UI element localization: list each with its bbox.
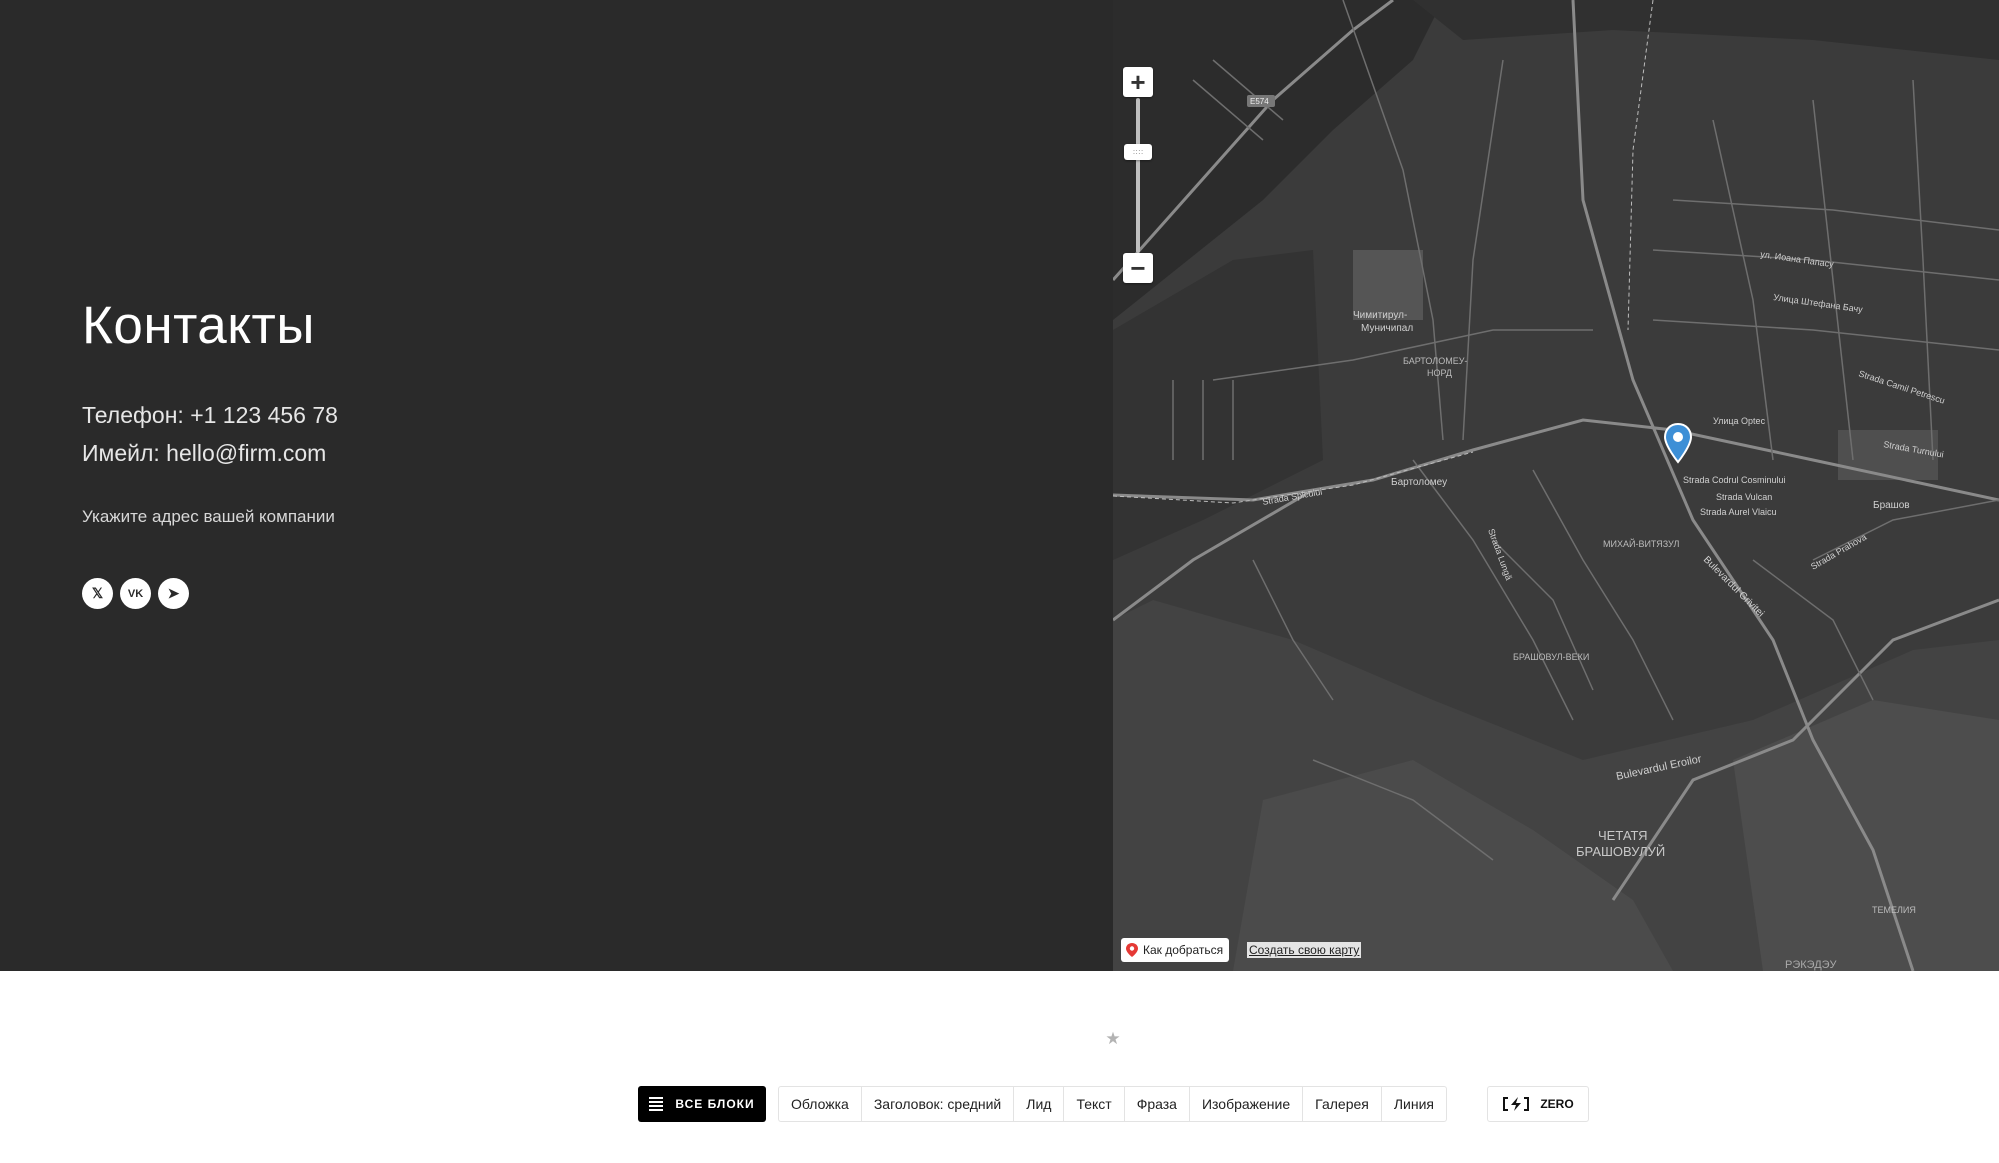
vk-icon[interactable]: VK — [120, 578, 151, 609]
svg-text:БРАШОВУЛУЙ: БРАШОВУЛУЙ — [1576, 844, 1665, 859]
x-icon[interactable]: 𝕏 — [82, 578, 113, 609]
svg-text:НОРД: НОРД — [1427, 368, 1452, 378]
contacts-info: Контакты Телефон: +1 123 456 78 Имейл: h… — [82, 295, 782, 609]
blocks-toolbar: ВСЕ БЛОКИ Обложка Заголовок: средний Лид… — [0, 1086, 1999, 1122]
zoom-slider-thumb[interactable]: :::: — [1124, 144, 1152, 160]
map-canvas[interactable]: Чимитирул- Муничипал БАРТОЛОМЕУ- НОРД Ба… — [1113, 0, 1999, 971]
address-text: Укажите адрес вашей компании — [82, 507, 335, 526]
map-widget[interactable]: Чимитирул- Муничипал БАРТОЛОМЕУ- НОРД Ба… — [1113, 0, 1999, 971]
svg-text:ТЕМЕЛИЯ: ТЕМЕЛИЯ — [1872, 905, 1916, 915]
block-line-button[interactable]: Линия — [1382, 1087, 1446, 1121]
phone-text: Телефон: +1 123 456 78 — [82, 402, 338, 428]
location-pin-icon[interactable] — [1663, 422, 1693, 468]
social-links: 𝕏 VK ➤ — [82, 578, 782, 609]
create-map-link[interactable]: Создать свою карту — [1247, 942, 1362, 958]
menu-icon — [649, 1097, 664, 1111]
svg-text:МИХАЙ-ВИТЯЗУЛ: МИХАЙ-ВИТЯЗУЛ — [1603, 538, 1679, 549]
svg-text:Strada Codrul Cosminului: Strada Codrul Cosminului — [1683, 475, 1786, 485]
zoom-track[interactable] — [1136, 98, 1140, 253]
svg-text:Strada Aurel Vlaicu: Strada Aurel Vlaicu — [1700, 507, 1777, 517]
route-button[interactable]: Как добраться — [1121, 938, 1230, 962]
block-text-button[interactable]: Текст — [1064, 1087, 1125, 1121]
zoom-in-button[interactable]: + — [1123, 67, 1153, 97]
svg-text:Улица Орtеc: Улица Орtеc — [1713, 416, 1766, 426]
page-title: Контакты — [82, 296, 315, 355]
svg-text:РЭКЭДЭУ: РЭКЭДЭУ — [1785, 959, 1838, 971]
route-label: Как добраться — [1143, 943, 1224, 957]
svg-text:Бартоломеу: Бартоломеу — [1391, 477, 1447, 488]
svg-text:БАРТОЛОМЕУ-: БАРТОЛОМЕУ- — [1403, 356, 1467, 366]
svg-text:Муничипал: Муничипал — [1361, 323, 1413, 334]
svg-text:Брашов: Брашов — [1873, 500, 1910, 511]
svg-text:Strada Vulcan: Strada Vulcan — [1716, 492, 1772, 502]
block-lead-button[interactable]: Лид — [1014, 1087, 1065, 1121]
svg-text:БРАШОВУЛ-ВЕКИ: БРАШОВУЛ-ВЕКИ — [1513, 652, 1589, 662]
route-pin-icon — [1126, 943, 1138, 957]
block-quote-button[interactable]: Фраза — [1125, 1087, 1190, 1121]
block-cover-button[interactable]: Обложка — [779, 1087, 862, 1121]
svg-text:E574: E574 — [1250, 97, 1269, 106]
telegram-icon[interactable]: ➤ — [158, 578, 189, 609]
zoom-out-button[interactable]: − — [1123, 253, 1153, 283]
zero-icon — [1503, 1097, 1530, 1111]
blocks-group: Обложка Заголовок: средний Лид Текст Фра… — [778, 1086, 1447, 1122]
block-image-button[interactable]: Изображение — [1190, 1087, 1304, 1121]
all-blocks-button[interactable]: ВСЕ БЛОКИ — [638, 1086, 766, 1122]
all-blocks-label: ВСЕ БЛОКИ — [675, 1097, 755, 1111]
email-text: Имейл: hello@firm.com — [82, 440, 327, 466]
star-icon[interactable]: ★ — [1104, 1030, 1122, 1048]
block-heading-button[interactable]: Заголовок: средний — [862, 1087, 1015, 1121]
zero-label: ZERO — [1540, 1097, 1574, 1111]
block-gallery-button[interactable]: Галерея — [1303, 1087, 1382, 1121]
svg-text:ЧЕТАТЯ: ЧЕТАТЯ — [1598, 828, 1648, 843]
svg-text:Чимитирул-: Чимитирул- — [1353, 310, 1407, 321]
zero-block-button[interactable]: ZERO — [1487, 1086, 1589, 1122]
